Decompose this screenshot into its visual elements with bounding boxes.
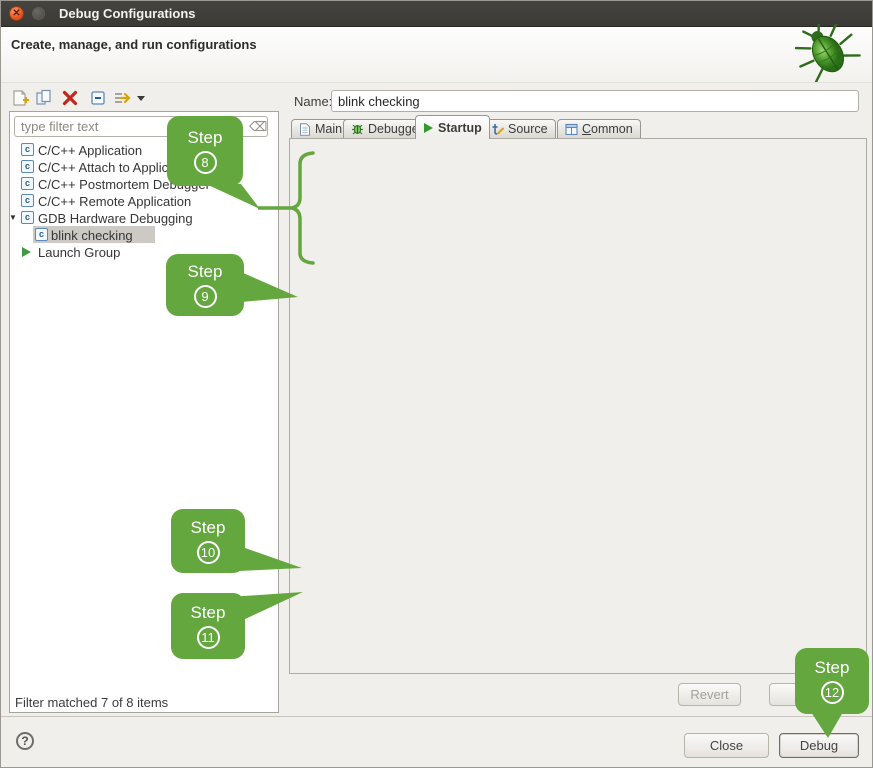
filter-match-status: Filter matched 7 of 8 items — [15, 695, 168, 710]
collapse-all-icon[interactable] — [89, 89, 107, 107]
step-11-callout: Step 11 — [171, 593, 245, 659]
help-button[interactable]: ? — [16, 732, 34, 750]
step-9-callout: Step 9 — [166, 254, 244, 316]
c-app-icon: c — [21, 143, 34, 156]
duplicate-configuration-icon[interactable] — [35, 89, 53, 107]
debug-configurations-dialog: ✕ Debug Configurations Create, manage, a… — [0, 0, 873, 768]
tab-content-area — [289, 138, 867, 674]
startup-play-icon — [423, 122, 434, 134]
debug-button[interactable]: Debug — [779, 733, 859, 758]
c-app-icon: c — [21, 211, 34, 224]
bottom-separator — [1, 716, 873, 717]
tree-expander-icon[interactable]: ▼ — [9, 213, 17, 222]
name-input[interactable] — [331, 90, 859, 112]
tab-main[interactable]: Main — [291, 119, 350, 138]
tab-startup[interactable]: Startup — [415, 115, 490, 139]
delete-configuration-icon[interactable] — [61, 89, 79, 107]
new-configuration-icon[interactable] — [11, 89, 29, 107]
step-12-callout: Step 12 — [795, 648, 869, 714]
filter-configurations-icon[interactable] — [113, 89, 131, 107]
minimize-window-icon[interactable] — [32, 7, 45, 20]
name-label: Name: — [294, 94, 332, 109]
c-app-icon: c — [21, 194, 34, 207]
c-app-icon: c — [21, 177, 34, 190]
toolbar-menu-chevron-icon[interactable] — [135, 89, 147, 107]
tab-source[interactable]: Source — [483, 119, 556, 138]
page-icon — [299, 123, 311, 136]
dialog-subtitle: Create, manage, and run configurations — [11, 37, 257, 52]
debugger-icon — [351, 123, 364, 136]
window-title: Debug Configurations — [59, 6, 196, 21]
bug-icon — [788, 24, 868, 82]
clear-filter-icon[interactable]: ⌫ — [249, 119, 267, 135]
revert-button[interactable]: Revert — [678, 683, 741, 706]
titlebar: ✕ Debug Configurations — [1, 1, 873, 27]
launch-group-icon — [22, 247, 31, 257]
common-table-icon — [565, 123, 578, 136]
step-8-callout: Step 8 — [167, 116, 243, 186]
close-window-icon[interactable]: ✕ — [9, 6, 24, 21]
source-icon — [491, 123, 504, 136]
tab-common[interactable]: Common — [557, 119, 641, 138]
c-app-icon: c — [21, 160, 34, 173]
step-10-callout: Step 10 — [171, 509, 245, 573]
close-button[interactable]: Close — [684, 733, 769, 758]
dialog-header: Create, manage, and run configurations — [1, 27, 873, 83]
c-app-icon: c — [35, 228, 48, 241]
